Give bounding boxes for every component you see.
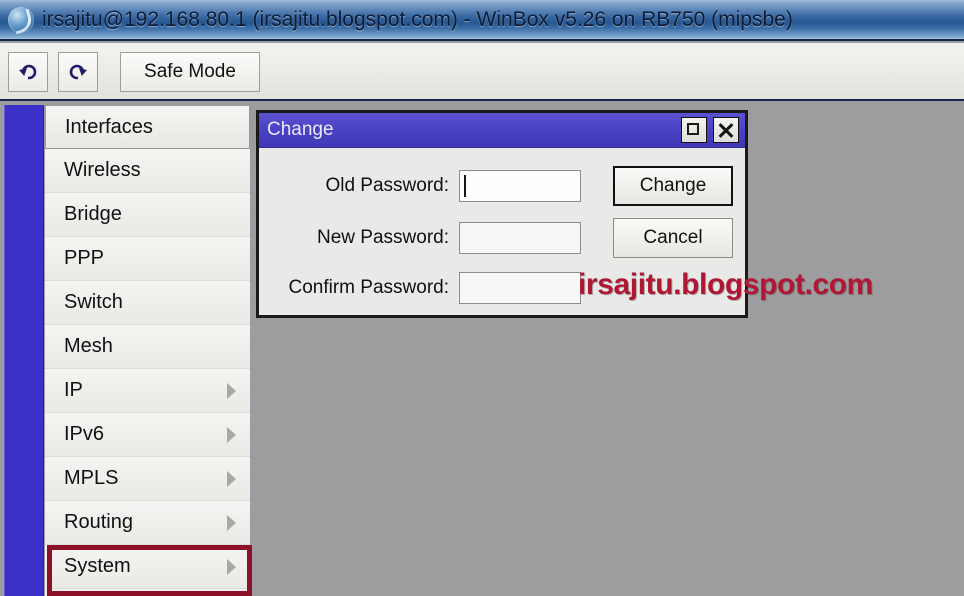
old-password-input[interactable] [459, 170, 581, 202]
sidebar-item-switch[interactable]: Switch [45, 281, 250, 325]
new-password-input[interactable] [459, 222, 581, 254]
sidebar-item-interfaces[interactable]: Interfaces [45, 105, 250, 149]
sidebar-item-label: PPP [64, 247, 105, 269]
sidebar-item-ip[interactable]: IP [45, 369, 250, 413]
sidebar-item-label: MPLS [64, 467, 119, 489]
dialog-title: Change [267, 119, 334, 140]
sidebar-item-mpls[interactable]: MPLS [45, 457, 250, 501]
sidebar-item-label: Switch [64, 291, 123, 313]
redo-button[interactable] [58, 52, 98, 92]
sidebar-item-label: IP [64, 379, 83, 401]
winbox-globe-icon [8, 7, 34, 33]
chevron-right-icon [227, 383, 236, 399]
undo-button[interactable] [8, 52, 48, 92]
cancel-button[interactable]: Cancel [613, 218, 733, 258]
redo-arrow-icon [59, 61, 97, 83]
confirm-password-label: Confirm Password: [288, 277, 450, 298]
sidebar-item-label: Mesh [64, 335, 113, 357]
sidebar-item-label: Routing [64, 511, 133, 533]
window-title: irsajitu@192.168.80.1 (irsajitu.blogspot… [42, 8, 793, 31]
sidebar-item-bridge[interactable]: Bridge [45, 193, 250, 237]
undo-arrow-icon [9, 61, 47, 83]
chevron-right-icon [227, 471, 236, 487]
sidebar-item-label: System [64, 555, 131, 577]
sidebar-item-wireless[interactable]: Wireless [45, 149, 250, 193]
chevron-right-icon [227, 515, 236, 531]
chevron-right-icon [227, 427, 236, 443]
maximize-icon[interactable] [681, 117, 707, 143]
window-titlebar: irsajitu@192.168.80.1 (irsajitu.blogspot… [0, 0, 964, 41]
dialog-titlebar: Change [259, 113, 745, 148]
sidebar-item-system[interactable]: System [45, 545, 250, 589]
sidebar-item-ppp[interactable]: PPP [45, 237, 250, 281]
change-button[interactable]: Change [613, 166, 733, 206]
main-toolbar: Safe Mode [0, 43, 964, 101]
sidebar-item-ipv6[interactable]: IPv6 [45, 413, 250, 457]
sidebar-item-mesh[interactable]: Mesh [45, 325, 250, 369]
sidebar-item-label: IPv6 [64, 423, 105, 445]
close-icon[interactable] [713, 117, 739, 143]
watermark-text: irsajitu.blogspot.com [578, 268, 873, 301]
sidebar-item-label: Wireless [64, 159, 141, 181]
winbox-window: irsajitu@192.168.80.1 (irsajitu.blogspot… [0, 0, 964, 596]
confirm-password-input[interactable] [459, 272, 581, 304]
main-menu-panel: Interfaces Wireless Bridge PPP Switch Mesh IP I… [45, 105, 250, 596]
new-password-label: New Password: [317, 227, 449, 248]
sidebar-item-label: Bridge [64, 203, 122, 225]
old-password-label: Old Password: [325, 175, 449, 196]
chevron-right-icon [227, 559, 236, 575]
safe-mode-button[interactable]: Safe Mode [120, 52, 260, 92]
sidebar-item-routing[interactable]: Routing [45, 501, 250, 545]
text-caret [464, 175, 466, 197]
sidebar-item-label: Interfaces [65, 116, 153, 138]
sidebar-accent-strip [4, 105, 44, 596]
